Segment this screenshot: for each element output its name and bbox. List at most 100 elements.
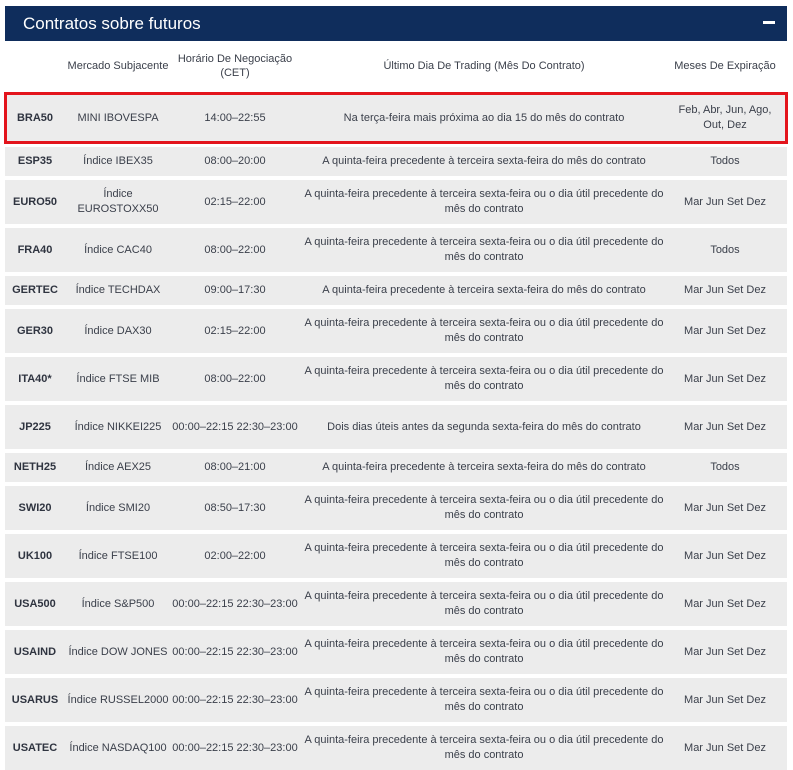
table-row: ITA40* Índice FTSE MIB 08:00–22:00 A quinta… [5,357,787,401]
column-header-symbol [5,41,65,91]
row-hours: 02:15–22:00 [204,195,266,208]
row-symbol: USATEC [12,741,58,754]
row-hours: 14:00–22:55 [204,111,266,124]
row-last-day: A quinta-feira precedente à terceira sex… [322,284,646,297]
table-row: ESP35 Índice IBEX35 08:00–20:00 A quinta-fe… [5,147,787,176]
row-expiry-months: Mar Jun Set Dez [684,501,766,514]
row-symbol: ITA40* [18,372,52,385]
row-expiry-months: Todos [710,461,740,474]
row-hours: 00:00–22:15 22:30–23:00 [172,741,298,754]
row-symbol: GERTEC [12,284,58,297]
row-hours: 00:00–22:15 22:30–23:00 [172,645,298,658]
row-symbol: SWI20 [18,501,52,514]
table-row: EURO50 Índice EUROSTOXX50 02:15–22:00 A qui… [5,180,787,224]
row-market: MINI IBOVESPA [77,111,159,124]
row-symbol: NETH25 [13,461,57,474]
row-hours: 08:00–21:00 [204,461,266,474]
row-expiry-months: Feb, Abr, Jun, Ago, Out, Dez [678,104,772,131]
row-expiry-months: Mar Jun Set Dez [684,372,766,385]
row-hours: 08:00–22:00 [204,372,266,385]
column-header-expiry-months: Meses De Expiração [674,59,776,72]
row-symbol: BRA50 [16,111,54,124]
row-last-day: A quinta-feira precedente à terceira sex… [304,317,664,344]
column-header-last-day: Último Dia De Trading (Mês Do Contrato) [383,59,585,72]
row-last-day: A quinta-feira precedente à terceira sex… [304,236,664,263]
row-last-day: A quinta-feira precedente à terceira sex… [304,188,664,215]
row-market: Índice SMI20 [85,501,151,514]
row-last-day: A quinta-feira precedente à terceira sex… [322,461,646,474]
row-market: Índice IBEX35 [83,155,153,168]
row-market: Índice DAX30 [84,324,152,337]
table-row: USARUS Índice RUSSEL2000 00:00–22:15 22:30… [5,678,787,722]
panel-title: Contratos sobre futuros [23,13,201,33]
row-hours: 00:00–22:15 22:30–23:00 [172,693,298,706]
row-expiry-months: Todos [710,243,740,256]
contracts-table-body: BRA50 MINI IBOVESPA 14:00–22:55 Na terça-fe… [4,92,788,770]
row-expiry-months: Mar Jun Set Dez [684,549,766,562]
table-row: FRA40 Índice CAC40 08:00–22:00 A quinta-fei… [5,228,787,272]
row-last-day: A quinta-feira precedente à terceira sex… [304,686,664,713]
row-market: Índice EUROSTOXX50 [77,188,159,215]
table-row: GERTEC Índice TECHDAX 09:00–17:30 A quinta-… [5,276,787,305]
row-symbol: ESP35 [17,155,53,168]
collapse-icon[interactable] [763,21,775,24]
row-market: Índice CAC40 [84,243,152,256]
row-hours: 00:00–22:15 22:30–23:00 [172,597,298,610]
row-market: Índice NIKKEI225 [74,420,162,433]
row-symbol: FRA40 [17,243,53,256]
row-hours: 08:00–22:00 [204,243,266,256]
row-last-day: Na terça-feira mais próxima ao dia 15 do… [343,111,625,124]
table-row: UK100 Índice FTSE100 02:00–22:00 A quinta-f… [5,534,787,578]
row-last-day: Dois dias úteis antes da segunda sexta-f… [327,420,641,433]
row-symbol: EURO50 [12,195,58,208]
row-symbol: GER30 [16,324,54,337]
row-market: Índice S&P500 [81,597,155,610]
row-last-day: A quinta-feira precedente à terceira sex… [304,494,664,521]
panel-header[interactable]: Contratos sobre futuros [5,6,787,41]
table-row-highlighted: BRA50 MINI IBOVESPA 14:00–22:55 Na terça-fe… [4,92,788,144]
row-hours: 00:00–22:15 22:30–23:00 [172,420,298,433]
row-hours: 02:00–22:00 [204,549,266,562]
row-hours: 09:00–17:30 [204,284,266,297]
row-expiry-months: Mar Jun Set Dez [684,195,766,208]
row-market: Índice NASDAQ100 [69,741,167,754]
table-row: JP225 Índice NIKKEI225 00:00–22:15 22:30–2… [5,405,787,449]
table-row: USAIND Índice DOW JONES 00:00–22:15 22:30–… [5,630,787,674]
row-market: Índice AEX25 [84,461,152,474]
futures-contracts-panel: Contratos sobre futuros Mercado Subjacen… [4,6,788,770]
row-last-day: A quinta-feira precedente à terceira sex… [304,638,664,665]
row-market: Índice FTSE MIB [76,372,160,385]
row-market: Índice TECHDAX [75,284,161,297]
row-symbol: USA500 [14,597,56,610]
column-header-hours: Horário De Negociação (CET) [177,52,293,79]
table-header: Mercado Subjacente Horário De Negociação… [5,41,787,91]
row-expiry-months: Mar Jun Set Dez [684,420,766,433]
row-market: Índice RUSSEL2000 [67,693,169,706]
column-header-market: Mercado Subjacente [67,59,169,72]
table-row: SWI20 Índice SMI20 08:50–17:30 A quinta-fei… [5,486,787,530]
row-expiry-months: Mar Jun Set Dez [684,284,766,297]
table-row: USATEC Índice NASDAQ100 00:00–22:15 22:30–… [5,726,787,770]
table-row: NETH25 Índice AEX25 08:00–21:00 A quinta-fe… [5,453,787,482]
row-market: Índice FTSE100 [78,549,158,562]
row-last-day: A quinta-feira precedente à terceira sex… [304,365,664,392]
row-symbol: JP225 [19,420,51,433]
row-last-day: A quinta-feira precedente à terceira sex… [304,542,664,569]
row-hours: 08:50–17:30 [204,501,266,514]
row-expiry-months: Mar Jun Set Dez [684,693,766,706]
row-last-day: A quinta-feira precedente à terceira sex… [304,590,664,617]
row-expiry-months: Mar Jun Set Dez [684,741,766,754]
row-symbol: UK100 [17,549,53,562]
table-row: GER30 Índice DAX30 02:15–22:00 A quinta-fei… [5,309,787,353]
row-hours: 02:15–22:00 [204,324,266,337]
row-symbol: USARUS [11,693,59,706]
row-expiry-months: Mar Jun Set Dez [684,597,766,610]
table-row: USA500 Índice S&P500 00:00–22:15 22:30–23:… [5,582,787,626]
row-expiry-months: Mar Jun Set Dez [684,324,766,337]
row-last-day: A quinta-feira precedente à terceira sex… [322,155,646,168]
row-expiry-months: Todos [710,155,740,168]
row-last-day: A quinta-feira precedente à terceira sex… [304,734,664,761]
row-hours: 08:00–20:00 [204,155,266,168]
row-symbol: USAIND [13,645,57,658]
row-expiry-months: Mar Jun Set Dez [684,645,766,658]
